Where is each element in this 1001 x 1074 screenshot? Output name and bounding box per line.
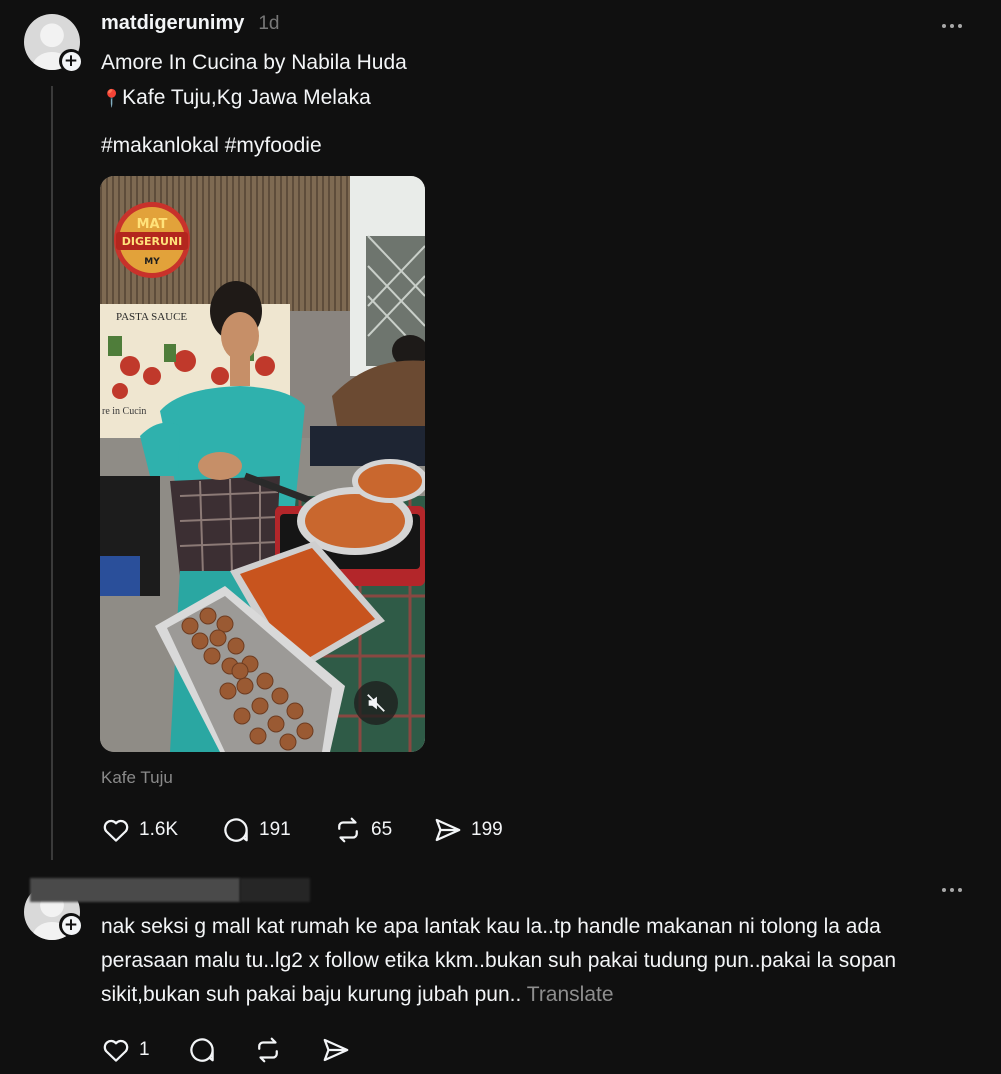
- location-text: Kafe Tuju,Kg Jawa Melaka: [122, 86, 371, 109]
- reply-comment-button[interactable]: [187, 1035, 253, 1065]
- banner-sign-amore: re in Cucin: [102, 406, 146, 417]
- reply-follow-button[interactable]: +: [59, 913, 83, 937]
- post-text-line1: Amore In Cucina by Nabila Huda: [101, 51, 407, 74]
- reply-text-block: nak seksi g mall kat rumah ke apa lantak…: [101, 910, 971, 1012]
- video-frame: PASTA SAUCE re in Cucin MAT DIGERUNI MY: [100, 176, 425, 752]
- reply-actions: 1: [101, 1035, 351, 1065]
- share-button[interactable]: 199: [433, 815, 503, 845]
- reply-text: nak seksi g mall kat rumah ke apa lantak…: [101, 915, 896, 1006]
- watermark-logo-top: MAT: [137, 217, 168, 232]
- post-text-line2: 📍Kafe Tuju,Kg Jawa Melaka: [101, 81, 371, 116]
- reply-share-button[interactable]: [321, 1035, 351, 1065]
- mute-button[interactable]: [354, 681, 398, 725]
- translate-link[interactable]: Translate: [527, 983, 614, 1006]
- repost-button[interactable]: 65: [333, 815, 433, 845]
- heart-icon: [103, 819, 129, 842]
- reply-like-button[interactable]: 1: [101, 1035, 187, 1065]
- redacted-username-fade: [240, 878, 310, 902]
- reply-like-count: 1: [139, 1039, 150, 1060]
- username[interactable]: matdigerunimy: [101, 12, 244, 34]
- watermark-logo-bot: MY: [144, 257, 160, 267]
- send-icon: [323, 1038, 349, 1062]
- more-icon[interactable]: [942, 24, 962, 28]
- like-count: 1.6K: [139, 819, 179, 840]
- hashtags[interactable]: #makanlokal #myfoodie: [101, 129, 322, 163]
- post-time: 1d: [258, 13, 280, 34]
- speaker-muted-icon: [367, 694, 385, 712]
- banner-sign-pasta: PASTA SAUCE: [116, 311, 187, 323]
- pin-icon: 📍: [101, 89, 123, 108]
- share-count: 199: [471, 819, 503, 840]
- post-actions: 1.6K 191 65 199: [101, 815, 503, 845]
- video-thumbnail[interactable]: PASTA SAUCE re in Cucin MAT DIGERUNI MY: [100, 176, 425, 752]
- plus-icon: +: [61, 915, 81, 935]
- send-icon: [435, 818, 461, 842]
- reply-repost-button[interactable]: [253, 1035, 321, 1065]
- heart-icon: [103, 1039, 129, 1062]
- repost-icon: [338, 817, 358, 843]
- comment-icon: [224, 818, 248, 842]
- like-button[interactable]: 1.6K: [101, 815, 221, 845]
- media-location-caption[interactable]: Kafe Tuju: [101, 768, 173, 788]
- reply-button[interactable]: 191: [221, 815, 333, 845]
- follow-button[interactable]: +: [59, 49, 83, 73]
- reply-more-icon[interactable]: [942, 888, 962, 892]
- redacted-username: [30, 878, 240, 902]
- comment-icon: [190, 1038, 214, 1062]
- reply-count: 191: [259, 819, 291, 840]
- plus-icon: +: [61, 51, 81, 71]
- repost-icon: [258, 1037, 278, 1063]
- watermark-logo-mid: DIGERUNI: [122, 235, 182, 248]
- thread-line: [51, 86, 53, 860]
- post-header: matdigerunimy 1d: [101, 12, 280, 35]
- repost-count: 65: [371, 819, 393, 840]
